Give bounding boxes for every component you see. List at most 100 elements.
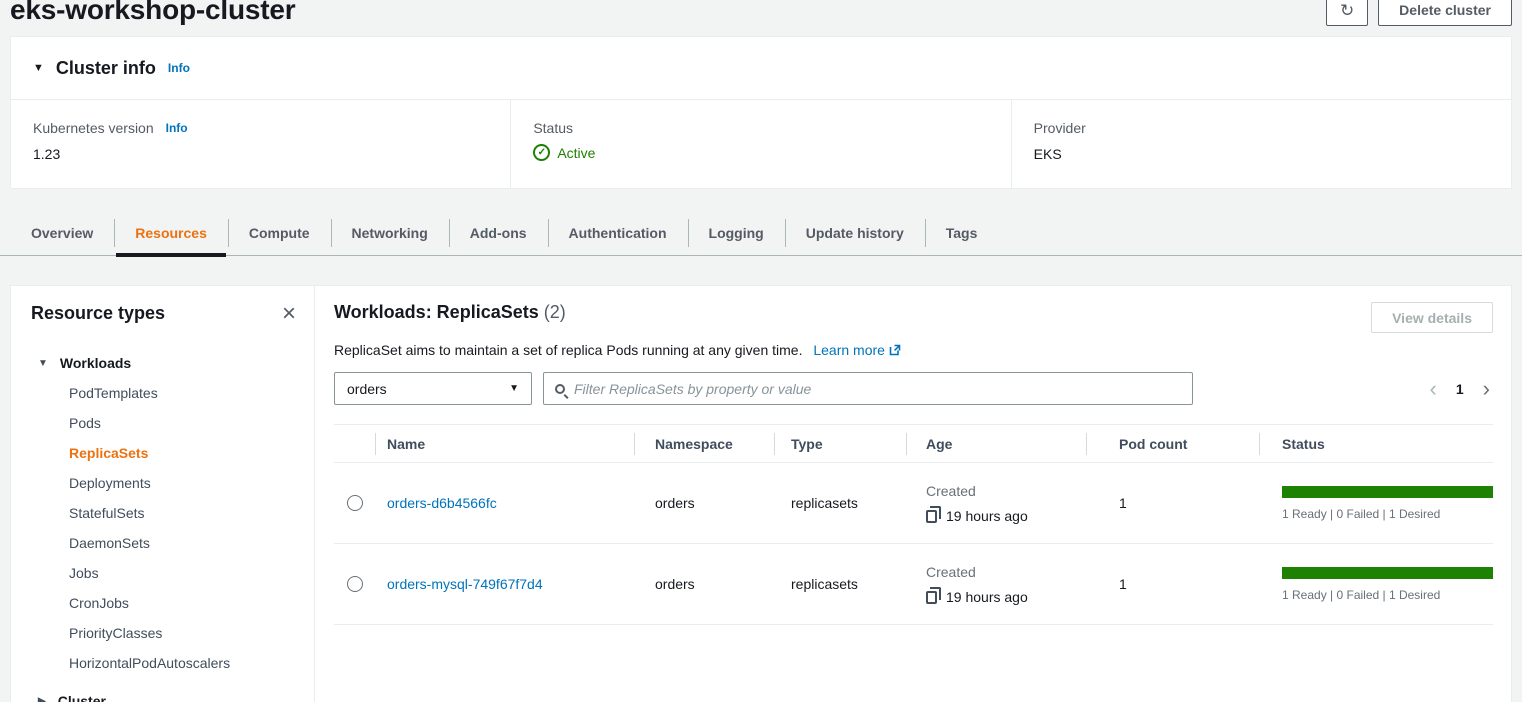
status-field: Status ✓ Active [510,100,1010,188]
tree-item-statefulsets[interactable]: StatefulSets [31,498,296,528]
row-type: replicasets [774,576,906,592]
external-link-icon [889,344,901,356]
cluster-info-info-link[interactable]: Info [168,61,190,75]
row-age: Created 19 hours ago [906,564,1086,605]
caret-down-icon: ▼ [38,358,48,369]
result-count: (2) [544,302,566,322]
close-icon[interactable]: × [282,304,296,324]
resource-types-sidebar: Resource types × ▼ Workloads PodTemplate… [11,286,315,702]
select-caret-icon: ▼ [509,383,519,394]
kubernetes-version-field: Kubernetes version Info 1.23 [11,100,510,188]
kubernetes-version-label: Kubernetes version [33,120,154,136]
column-header-name: Name [375,436,634,452]
age-value: 19 hours ago [946,589,1028,605]
learn-more-link[interactable]: Learn more [813,342,901,358]
tree-item-priorityclasses[interactable]: PriorityClasses [31,618,296,648]
tree-item-daemonsets[interactable]: DaemonSets [31,528,296,558]
copy-icon[interactable] [926,510,937,523]
replicaset-name-link[interactable]: orders-mysql-749f67f7d4 [387,576,543,592]
row-namespace: orders [634,495,774,511]
row-pod-count: 1 [1086,576,1259,592]
sidebar-header: Resource types × [31,303,296,324]
column-header-pod-count: Pod count [1086,436,1259,452]
provider-value: EKS [1034,146,1489,162]
column-header-type: Type [774,436,906,452]
age-value: 19 hours ago [946,508,1028,524]
cluster-info-header[interactable]: ▼ Cluster info Info [11,37,1511,100]
tree-group-cluster-label: Cluster [58,693,106,702]
row-radio-button[interactable] [347,495,363,511]
kubernetes-version-value: 1.23 [33,146,488,162]
search-box[interactable] [543,372,1193,405]
replicaset-name-link[interactable]: orders-d6b4566fc [387,495,497,511]
table-header-row: Name Namespace Type Age Pod count Status [334,425,1493,463]
namespace-filter-value: orders [347,381,387,397]
column-header-age: Age [906,436,1086,452]
status-caption: 1 Ready | 0 Failed | 1 Desired [1282,588,1493,602]
tree-group-workloads-label: Workloads [60,355,131,371]
tree-item-pods[interactable]: Pods [31,408,296,438]
table-row: orders-mysql-749f67f7d4 orders replicase… [334,544,1493,625]
content-header: Workloads: ReplicaSets (2) View details [334,302,1493,333]
status-text: Active [557,145,595,161]
cluster-info-card: ▼ Cluster info Info Kubernetes version I… [10,36,1512,189]
next-page-icon[interactable]: › [1481,378,1492,400]
search-icon [555,384,565,394]
tab-logging[interactable]: Logging [688,210,785,255]
provider-label: Provider [1034,120,1086,136]
tree-item-cronjobs[interactable]: CronJobs [31,588,296,618]
status-progress-bar [1282,567,1493,579]
replicasets-search-input[interactable] [574,381,1181,397]
cluster-info-body: Kubernetes version Info 1.23 Status ✓ Ac… [11,100,1511,188]
tree-item-podtemplates[interactable]: PodTemplates [31,378,296,408]
kubernetes-version-info-link[interactable]: Info [166,121,188,135]
row-namespace: orders [634,576,774,592]
tree-group-cluster[interactable]: ▶ Cluster [31,686,296,702]
collapse-caret-icon[interactable]: ▼ [33,62,44,74]
cluster-tabs: Overview Resources Compute Networking Ad… [0,210,1522,256]
tab-networking[interactable]: Networking [331,210,449,255]
cluster-info-title: Cluster info [56,58,156,79]
status-check-icon: ✓ [533,144,550,161]
tree-item-jobs[interactable]: Jobs [31,558,296,588]
refresh-button[interactable]: ↻ [1326,0,1368,26]
row-type: replicasets [774,495,906,511]
delete-cluster-button[interactable]: Delete cluster [1378,0,1512,26]
tab-overview[interactable]: Overview [10,210,114,255]
tab-add-ons[interactable]: Add-ons [449,210,548,255]
pagination: ‹ 1 › [1428,378,1493,400]
previous-page-icon[interactable]: ‹ [1428,378,1439,400]
row-radio-button[interactable] [347,576,363,592]
tab-authentication[interactable]: Authentication [548,210,688,255]
tree-item-replicasets[interactable]: ReplicaSets [31,438,296,468]
page-title: eks-workshop-cluster [10,0,295,26]
age-created-label: Created [926,483,1086,499]
sidebar-title: Resource types [31,303,165,324]
page-header: eks-workshop-cluster ↻ Delete cluster [0,0,1522,34]
tab-tags[interactable]: Tags [925,210,999,255]
tab-compute[interactable]: Compute [228,210,331,255]
replicasets-table: Name Namespace Type Age Pod count Status… [334,424,1493,625]
row-status: 1 Ready | 0 Failed | 1 Desired [1259,486,1493,521]
view-details-button[interactable]: View details [1371,302,1493,333]
provider-field: Provider EKS [1011,100,1511,188]
panel-title: Workloads: ReplicaSets (2) [334,302,566,323]
status-value: ✓ Active [533,144,988,161]
tree-group-workloads[interactable]: ▼ Workloads [31,348,296,378]
resources-panel: Resource types × ▼ Workloads PodTemplate… [10,285,1512,702]
copy-icon[interactable] [926,591,937,604]
caret-right-icon: ▶ [38,696,46,702]
tab-update-history[interactable]: Update history [785,210,925,255]
tab-resources[interactable]: Resources [114,210,228,255]
status-caption: 1 Ready | 0 Failed | 1 Desired [1282,507,1493,521]
namespace-filter-select[interactable]: orders ▼ [334,372,532,405]
status-progress-bar [1282,486,1493,498]
current-page-number[interactable]: 1 [1456,381,1464,397]
status-label: Status [533,120,573,136]
tree-item-deployments[interactable]: Deployments [31,468,296,498]
refresh-icon: ↻ [1340,1,1354,20]
column-header-status: Status [1259,436,1493,452]
tree-item-horizontalpodautoscalers[interactable]: HorizontalPodAutoscalers [31,648,296,678]
column-header-namespace: Namespace [634,436,774,452]
replicasets-content: Workloads: ReplicaSets (2) View details … [315,286,1511,702]
